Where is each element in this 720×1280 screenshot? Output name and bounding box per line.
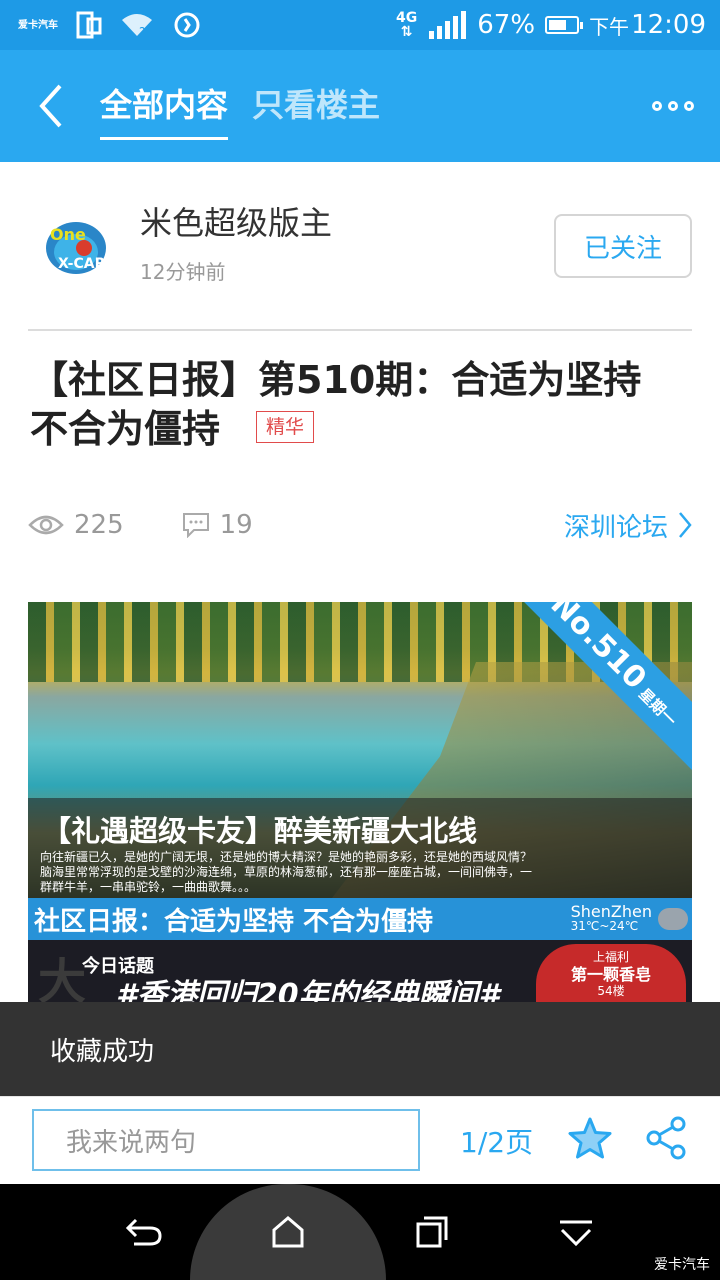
post-title: 【社区日报】第510期：合适为坚持 不合为僵持 精华	[30, 356, 690, 454]
back-button[interactable]	[0, 50, 100, 162]
banner-caption: 【礼遇超级卡友】醉美新疆大北线 向往新疆已久，是她的广阔无垠，还是她的博大精深？…	[28, 798, 692, 898]
banner-description: 向往新疆已久，是她的广阔无垠，还是她的博大精深？是她的艳丽多彩，还是她的西域风情…	[40, 850, 533, 894]
svg-text:X-CAR: X-CAR	[58, 256, 106, 272]
follow-button[interactable]: 已关注	[554, 214, 692, 278]
clock: 12:09	[631, 10, 706, 40]
signal-icon	[429, 11, 467, 39]
post-banner-image[interactable]: No.510星期一 【礼遇超级卡友】醉美新疆大北线 向往新疆已久，是她的广阔无垠…	[28, 602, 692, 1002]
tab-op-only[interactable]: 只看楼主	[252, 80, 380, 132]
views-count: 225	[74, 510, 124, 540]
bottom-bar: 我来说两句 1/2页	[0, 1096, 720, 1185]
views-stat: 225	[28, 510, 124, 540]
forum-name: 深圳论坛	[563, 512, 668, 543]
cloud-icon	[658, 908, 688, 930]
featured-badge: 精华	[256, 410, 315, 443]
comment-icon	[182, 513, 209, 538]
chevron-right-icon	[679, 512, 692, 538]
app-logo: 爱卡汽车	[18, 19, 58, 31]
author-name[interactable]: 米色超级版主	[140, 198, 332, 244]
chevron-left-icon	[39, 84, 62, 128]
daily-title: 社区日报：合适为坚持 不合为僵持	[34, 906, 434, 937]
divider	[28, 329, 692, 331]
hide-keyboard-icon[interactable]	[556, 1214, 596, 1250]
battery-percent: 67%	[477, 10, 536, 40]
topic-badge: 上福利 第一颗香皂 54楼	[536, 944, 686, 1002]
back-icon[interactable]	[124, 1214, 164, 1250]
author-row: One X-CAR 米色超级版主 12分钟前 已关注	[28, 190, 692, 300]
eye-icon	[28, 515, 64, 535]
comments-count: 19	[219, 510, 253, 540]
banner-headline: 【礼遇超级卡友】醉美新疆大北线	[42, 814, 478, 848]
recents-icon[interactable]	[412, 1214, 452, 1250]
top-nav: 全部内容 只看楼主	[0, 50, 720, 162]
daily-title-bar: 社区日报：合适为坚持 不合为僵持 ShenZhen 31℃~24℃	[28, 898, 692, 940]
topic-bar: 大 今日话题 #香港回归20年的经典瞬间# 上福利 第一颗香皂 54楼	[28, 940, 692, 1002]
sync-icon	[174, 12, 200, 38]
watermark: 爱卡汽车	[654, 1257, 710, 1273]
page-indicator[interactable]: 1/2页	[460, 1121, 533, 1161]
weather-info: ShenZhen 31℃~24℃	[571, 904, 688, 933]
avatar[interactable]: One X-CAR	[40, 210, 112, 282]
post-time: 12分钟前	[140, 260, 226, 284]
post-stats: 225 19 深圳论坛	[28, 500, 692, 550]
more-button[interactable]	[652, 101, 694, 111]
screen: 爱卡汽车 ? 4G ⇅ 67% 下午 12:09 全部内容 只看楼主 One X…	[0, 0, 720, 1280]
favorite-button[interactable]	[566, 1115, 614, 1163]
time-period: 下午	[589, 14, 630, 39]
network-type: 4G ⇅	[396, 10, 418, 40]
forum-link[interactable]: 深圳论坛	[564, 507, 692, 544]
home-icon[interactable]	[268, 1214, 308, 1250]
battery-icon	[545, 16, 584, 34]
topic-text: #香港回归20年的经典瞬间#	[116, 978, 500, 1002]
phone-icon	[76, 11, 102, 39]
star-icon	[568, 1117, 612, 1159]
comment-input[interactable]: 我来说两句	[32, 1109, 420, 1171]
more-icon	[652, 101, 662, 111]
share-icon	[646, 1116, 686, 1160]
post-title-text: 【社区日报】第510期：合适为坚持 不合为僵持	[30, 358, 642, 451]
status-bar: 爱卡汽车 ? 4G ⇅ 67% 下午 12:09	[0, 0, 720, 50]
share-button[interactable]	[644, 1115, 690, 1161]
svg-text:?: ?	[139, 25, 145, 38]
toast-message: 收藏成功	[0, 1002, 720, 1096]
comments-stat: 19	[182, 510, 253, 540]
tab-all-content[interactable]: 全部内容	[100, 80, 229, 140]
system-nav-bar: 爱卡汽车	[0, 1184, 720, 1280]
wifi-icon: ?	[122, 14, 152, 38]
